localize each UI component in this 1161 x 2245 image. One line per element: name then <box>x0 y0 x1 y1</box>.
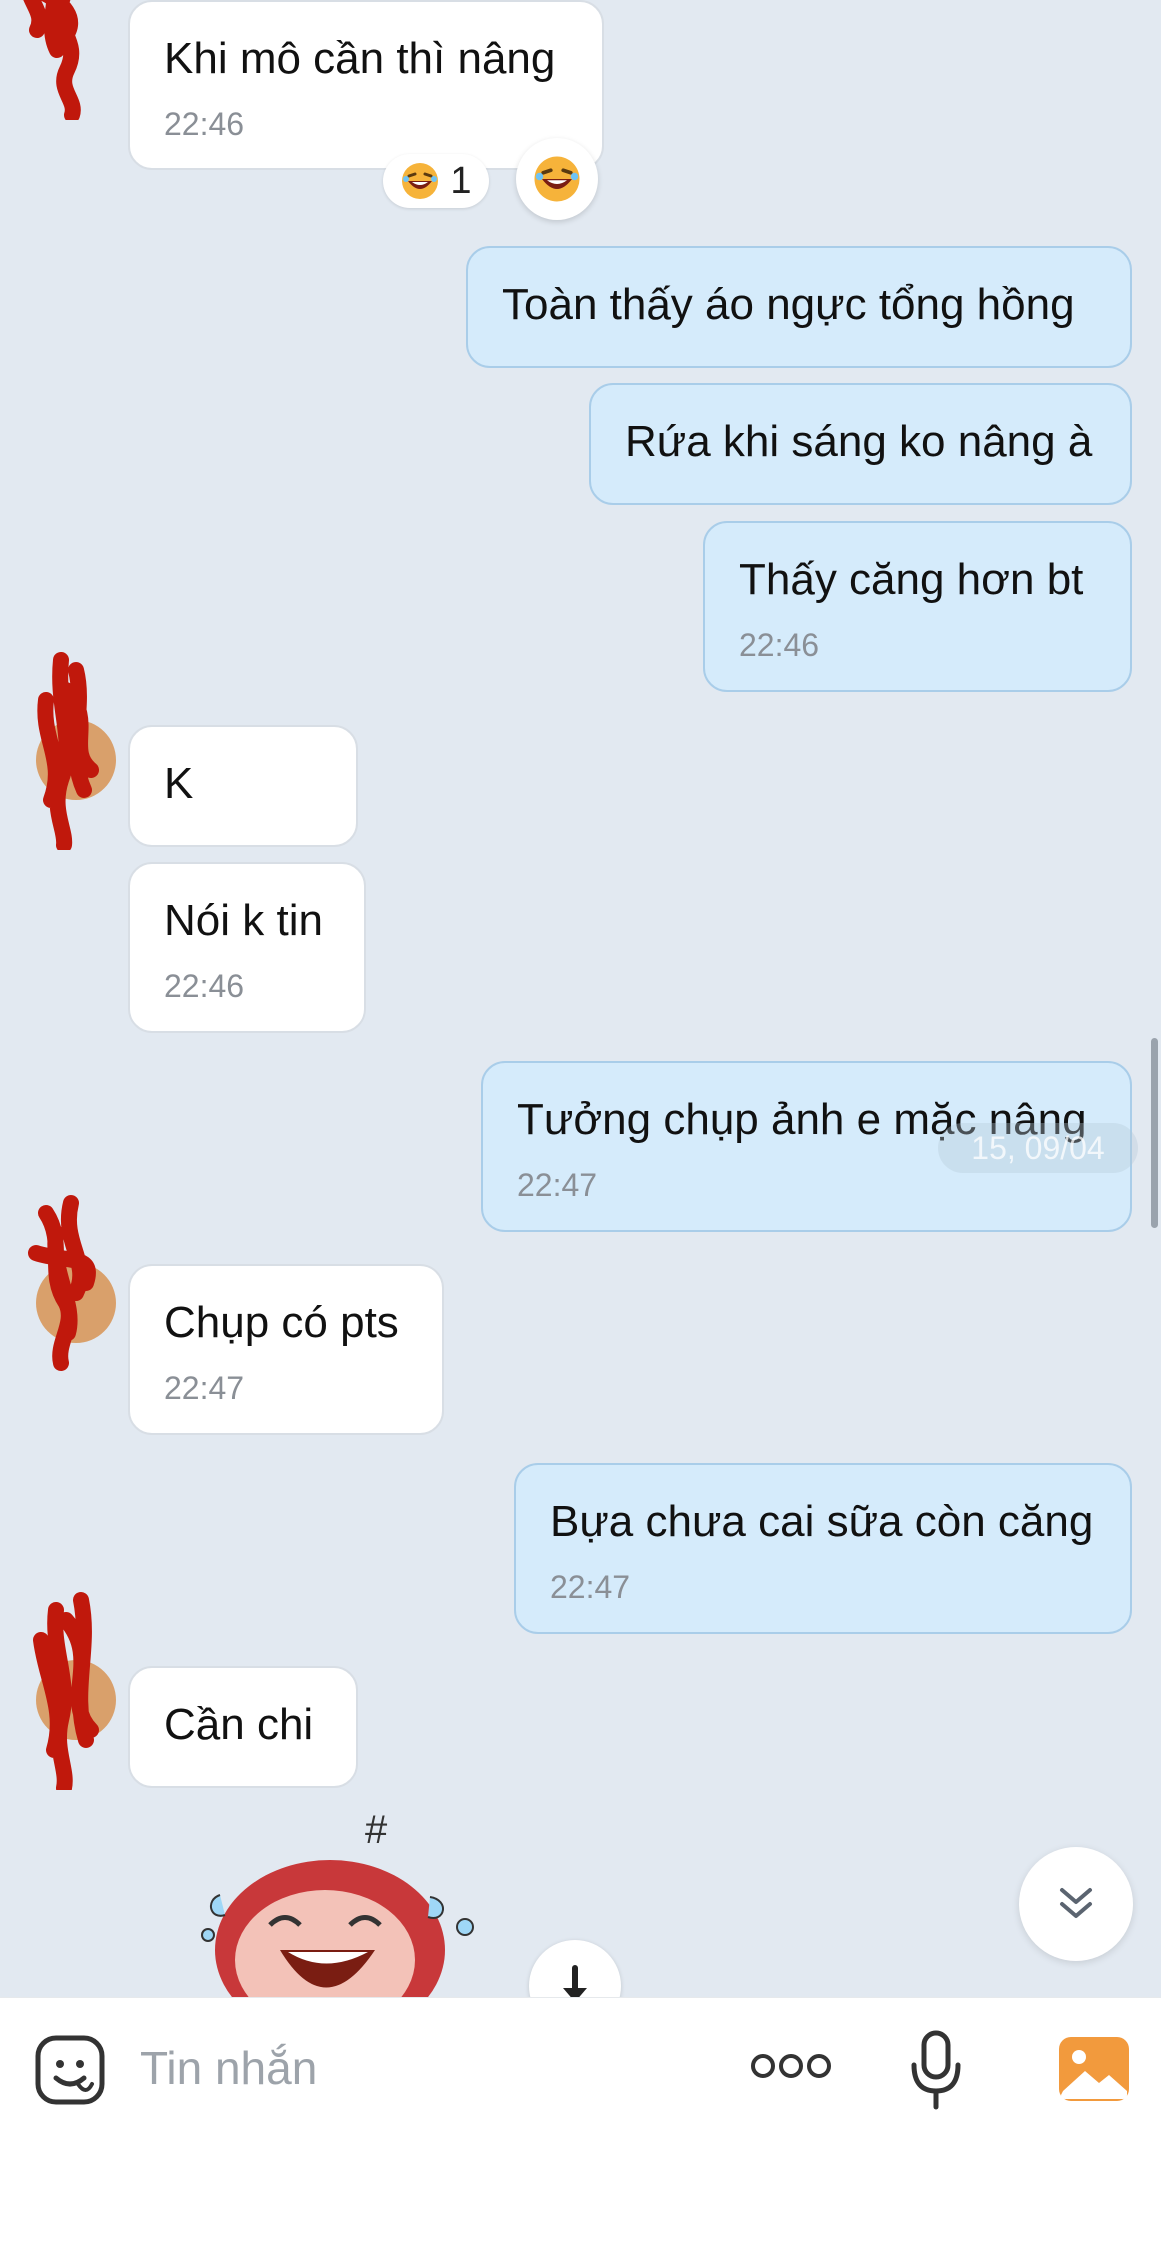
scroll-to-bottom-button[interactable] <box>1019 1847 1133 1961</box>
avatar[interactable] <box>22 0 102 120</box>
redaction-scribble <box>23 0 81 120</box>
redaction-scribble <box>28 1195 96 1371</box>
date-divider: 15, 09/04 <box>938 1123 1138 1173</box>
message-bubble[interactable]: Cần chi <box>128 1666 358 1788</box>
laughing-face-icon <box>534 156 580 202</box>
scrollbar[interactable] <box>1151 1038 1158 1228</box>
redaction-scribble <box>37 652 99 850</box>
message-bubble[interactable]: Bựa chưa cai sữa còn căng 22:47 <box>514 1463 1132 1634</box>
message-bubble[interactable]: K <box>128 725 358 847</box>
reaction-count-pill[interactable]: 1 <box>383 154 489 208</box>
message-time: 22:46 <box>164 968 245 1004</box>
chat-area: Khi mô cần thì nâng 22:46 1 Toàn thấy áo… <box>0 0 1161 1997</box>
gallery-icon <box>1059 2037 1129 2101</box>
more-options-button[interactable] <box>748 2046 834 2086</box>
message-text: Toàn thấy áo ngực tổng hồng <box>502 280 1075 329</box>
message-composer <box>0 1997 1161 2245</box>
sticker-icon <box>35 2035 105 2105</box>
message-text: Thấy căng hơn bt <box>739 555 1084 604</box>
avatar[interactable] <box>28 1195 116 1371</box>
voice-record-button[interactable] <box>908 2028 964 2112</box>
message-text: Nói k tin <box>164 896 323 945</box>
crying-laughing-sticker[interactable]: # <box>200 1805 490 1997</box>
redaction-scribble <box>33 1592 99 1790</box>
microphone-icon <box>911 2030 961 2110</box>
message-bubble[interactable]: Nói k tin 22:46 <box>128 862 366 1033</box>
message-input[interactable] <box>140 2036 700 2100</box>
message-text: Bựa chưa cai sữa còn căng <box>550 1497 1094 1546</box>
message-text: K <box>164 759 194 808</box>
message-time: 22:46 <box>739 627 820 663</box>
reaction-count: 1 <box>450 159 472 202</box>
add-reaction-button[interactable] <box>516 138 598 220</box>
gallery-button[interactable] <box>1056 2034 1132 2104</box>
double-chevron-down-icon <box>1060 1888 1092 1918</box>
svg-text:#: # <box>365 1808 388 1852</box>
avatar[interactable] <box>33 1592 116 1790</box>
arrow-down-icon <box>563 1965 587 1997</box>
message-text: Khi mô cần thì nâng <box>164 34 556 83</box>
sticker-button[interactable] <box>32 2032 108 2108</box>
message-text: Rứa khi sáng ko nâng à <box>625 417 1093 466</box>
message-bubble[interactable]: Rứa khi sáng ko nâng à <box>589 383 1132 505</box>
message-time: 22:46 <box>164 106 245 142</box>
avatar[interactable] <box>36 652 116 850</box>
jump-to-latest-button[interactable] <box>529 1940 621 1997</box>
message-text: Chụp có pts <box>164 1298 399 1347</box>
message-bubble[interactable]: Toàn thấy áo ngực tổng hồng <box>466 246 1132 368</box>
laughing-face-icon <box>402 163 439 199</box>
message-time: 22:47 <box>164 1370 245 1406</box>
message-time: 22:47 <box>550 1569 631 1605</box>
more-options-icon <box>751 2054 831 2078</box>
message-text: Cần chi <box>164 1700 314 1749</box>
message-bubble[interactable]: Chụp có pts 22:47 <box>128 1264 444 1435</box>
message-bubble[interactable]: Thấy căng hơn bt 22:46 <box>703 521 1132 692</box>
